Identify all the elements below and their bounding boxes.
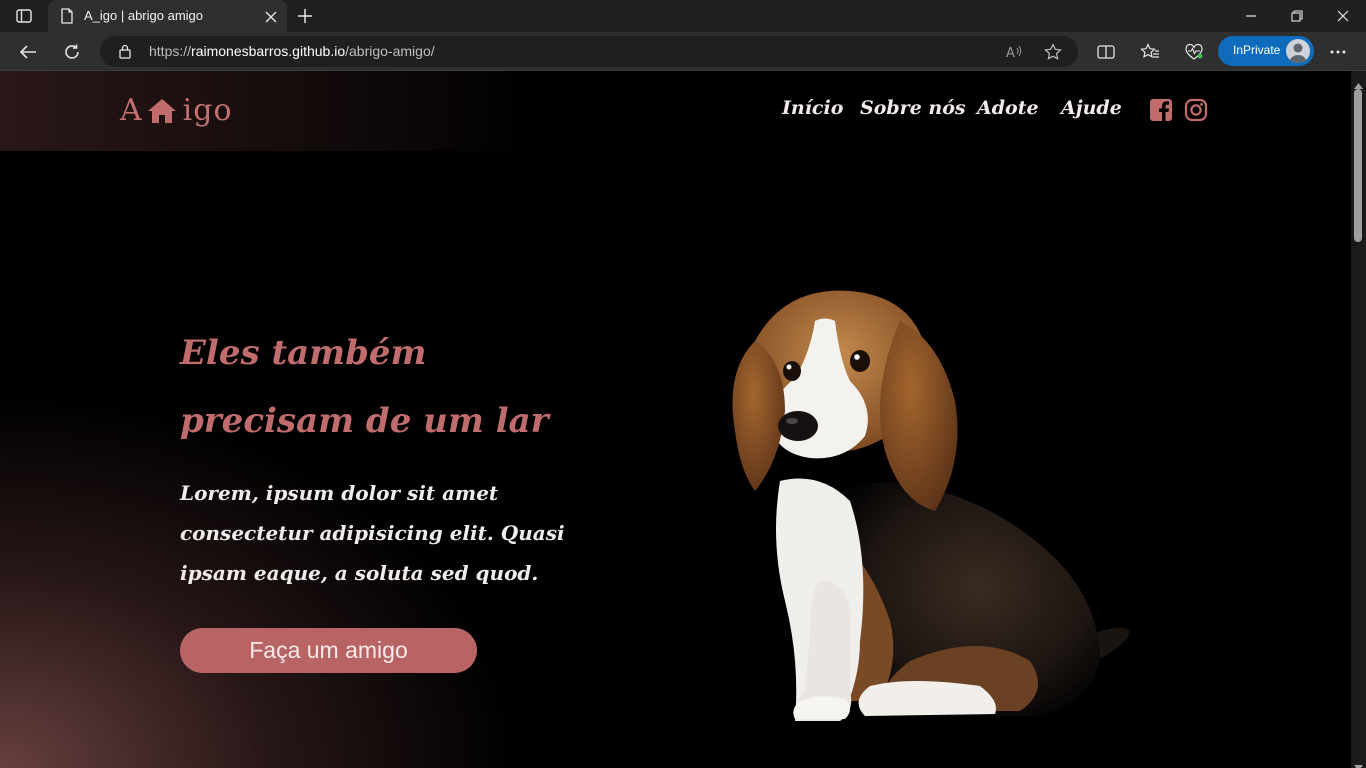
url-text[interactable]: https://raimonesbarros.github.io/abrigo-… [149,43,435,59]
restore-icon[interactable] [1287,6,1307,26]
back-icon[interactable] [17,41,39,63]
nav-sobre[interactable]: Sobre nós [860,97,966,119]
logo-letter: A [120,93,143,128]
hero-title-line2: precisam de um lar [180,401,549,441]
inprivate-label: InPrivate [1233,43,1281,57]
close-icon[interactable] [264,9,278,23]
hero-text-line3: ipsam eaque, a soluta sed quod. [180,561,539,585]
url-host: raimonesbarros.github.io [191,43,346,59]
hero-text-line2: consectetur adipisicing elit. Quasi [180,521,565,545]
url-path: /abrigo-amigo/ [345,43,435,59]
more-icon[interactable] [1327,41,1349,63]
site-logo[interactable]: A igo [120,93,233,128]
page-icon [60,8,74,24]
close-window-icon[interactable] [1333,6,1353,26]
browser-tab-bar: A_igo | abrigo amigo [0,0,1366,32]
browser-essentials-icon[interactable] [1183,41,1205,63]
instagram-icon[interactable] [1184,98,1208,122]
scroll-down-icon[interactable] [1354,756,1363,768]
beagle-puppy-image [732,290,1130,721]
plus-icon[interactable] [296,7,314,25]
refresh-icon[interactable] [61,41,83,63]
inprivate-button[interactable]: InPrivate [1218,36,1314,66]
read-aloud-icon[interactable]: A [1003,41,1025,63]
svg-text:A: A [1006,46,1015,60]
avatar [1286,39,1310,63]
nav-adote[interactable]: Adote [977,97,1039,119]
hero-title-line1: Eles também [180,333,427,373]
nav-inicio[interactable]: Início [782,97,843,119]
logo-word: igo [182,93,233,128]
favorites-icon[interactable] [1139,41,1161,63]
hero-text-line1: Lorem, ipsum dolor sit amet [180,481,499,505]
browser-toolbar: https://raimonesbarros.github.io/abrigo-… [0,32,1366,71]
tab-title: A_igo | abrigo amigo [84,8,204,23]
make-friend-button[interactable]: Faça um amigo [180,628,477,673]
tab-actions-icon[interactable] [10,6,38,26]
scrollbar-thumb[interactable] [1354,89,1362,242]
facebook-icon[interactable] [1149,98,1173,122]
url-prefix: https:// [149,43,192,59]
site-header: A igo Início Sobre nós Adote Ajude [0,71,1351,151]
split-screen-icon[interactable] [1095,41,1117,63]
address-bar[interactable]: https://raimonesbarros.github.io/abrigo-… [100,36,1078,67]
scroll-up-icon[interactable] [1354,74,1363,89]
page-viewport: A igo Início Sobre nós Adote Ajude Eles … [0,71,1351,768]
lock-icon[interactable] [118,44,132,59]
house-icon [147,97,177,125]
active-tab[interactable]: A_igo | abrigo amigo [48,0,287,32]
favorite-star-icon[interactable] [1042,41,1064,63]
minimize-icon[interactable] [1241,6,1261,26]
nav-ajude[interactable]: Ajude [1061,97,1122,119]
